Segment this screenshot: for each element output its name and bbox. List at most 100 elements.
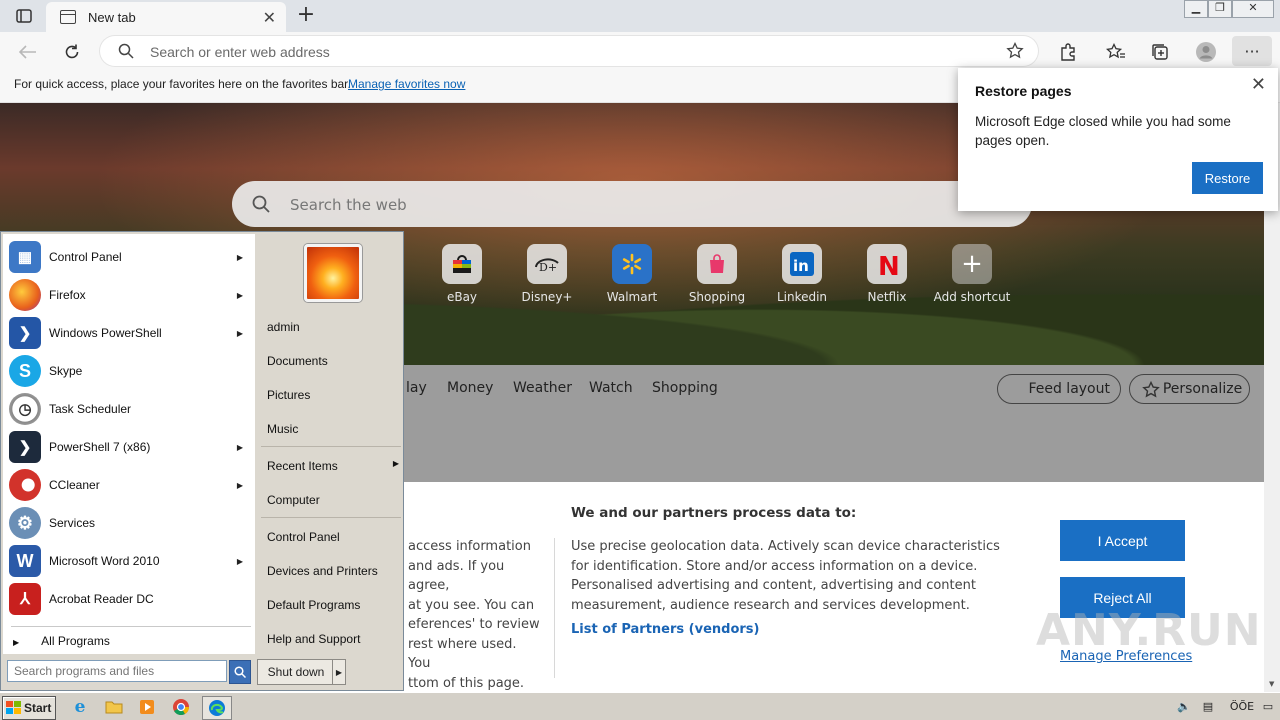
feed-layout-button[interactable]: Feed layout <box>997 374 1121 404</box>
tab-actions-button[interactable] <box>8 4 40 28</box>
shortcut-walmart[interactable]: Walmart <box>592 244 672 304</box>
feed-tab-watch[interactable]: Watch <box>589 380 633 396</box>
shortcut-shopping[interactable]: Shopping <box>677 244 757 304</box>
all-programs-button[interactable]: ▶ All Programs <box>13 634 110 648</box>
place-recent-items[interactable]: Recent Items ▶ <box>267 459 399 473</box>
place-control-panel[interactable]: Control Panel <box>267 530 340 544</box>
settings-more-button[interactable]: ··· <box>1232 36 1272 66</box>
place-user[interactable]: admin <box>267 320 300 334</box>
add-favorite-icon[interactable] <box>1006 42 1024 60</box>
program-acrobat-reader[interactable]: ⅄ Acrobat Reader DC <box>9 581 253 617</box>
shortcut-ebay[interactable]: eBay <box>422 244 502 304</box>
scroll-down-icon[interactable]: ▼ <box>1269 680 1274 688</box>
favorites-bar-hint: For quick access, place your favorites h… <box>14 77 351 91</box>
search-icon <box>234 666 246 678</box>
web-search-input[interactable] <box>288 181 972 229</box>
back-arrow-icon <box>19 45 36 59</box>
ccleaner-icon <box>9 469 41 501</box>
places-divider <box>261 517 401 518</box>
tab-title: New tab <box>88 9 136 25</box>
place-documents[interactable]: Documents <box>267 354 328 368</box>
collections-button[interactable] <box>1148 40 1172 64</box>
taskbar-media-player[interactable] <box>135 696 159 718</box>
list-of-partners-link[interactable]: List of Partners (vendors) <box>571 620 759 640</box>
accept-button[interactable]: I Accept <box>1060 520 1185 561</box>
shortcut-label: Add shortcut <box>933 290 1011 304</box>
start-search-button[interactable] <box>229 660 251 684</box>
close-icon[interactable]: ✕ <box>1251 74 1266 95</box>
shutdown-button[interactable]: Shut down <box>257 659 335 685</box>
more-dots-icon: ··· <box>1244 41 1260 61</box>
program-ccleaner[interactable]: CCleaner ▶ <box>9 467 253 503</box>
restore-popup-message: Microsoft Edge closed while you had some… <box>975 114 1231 148</box>
control-panel-icon: ▦ <box>9 241 41 273</box>
place-music[interactable]: Music <box>267 422 298 436</box>
place-pictures[interactable]: Pictures <box>267 388 310 402</box>
taskbar-chrome[interactable] <box>169 696 193 718</box>
program-label: PowerShell 7 (x86) <box>49 440 151 454</box>
shortcut-netflix[interactable]: N Netflix <box>847 244 927 304</box>
favorites-star-icon <box>1106 43 1125 59</box>
anyrun-watermark: ANY.RUN <box>1036 605 1262 656</box>
program-windows-powershell[interactable]: ❯ Windows PowerShell ▶ <box>9 315 253 351</box>
address-bar[interactable] <box>100 36 1038 68</box>
program-powershell7[interactable]: ❯ PowerShell 7 (x86) ▶ <box>9 429 253 465</box>
feed-tab-play[interactable]: lay <box>406 380 427 396</box>
shortcut-label: Shopping <box>688 290 746 304</box>
feed-tab-money[interactable]: Money <box>447 380 493 396</box>
network-icon[interactable]: ▤ <box>1198 697 1218 715</box>
tab-close-icon[interactable]: ✕ <box>263 8 276 27</box>
profile-button[interactable] <box>1194 40 1218 64</box>
chrome-icon <box>173 699 190 716</box>
volume-icon[interactable]: 🔈 <box>1174 697 1194 715</box>
place-default-programs[interactable]: Default Programs <box>267 598 360 612</box>
place-help-support[interactable]: Help and Support <box>267 632 360 646</box>
services-gear-icon: ⚙ <box>9 507 41 539</box>
program-label: CCleaner <box>49 478 100 492</box>
refresh-button[interactable] <box>60 40 84 64</box>
minimize-button[interactable]: ▁ <box>1184 0 1208 18</box>
back-button[interactable] <box>16 40 40 64</box>
program-services[interactable]: ⚙ Services <box>9 505 253 541</box>
restore-button[interactable]: Restore <box>1192 162 1263 194</box>
new-tab-page-icon <box>60 10 76 24</box>
add-shortcut-button[interactable]: + Add shortcut <box>932 244 1012 304</box>
program-skype[interactable]: S Skype <box>9 353 253 389</box>
program-firefox[interactable]: Firefox ▶ <box>9 277 253 313</box>
shortcut-label: Netflix <box>867 290 907 304</box>
browser-tab[interactable]: New tab ✕ <box>46 2 286 32</box>
shortcut-disney[interactable]: D+ Disney+ <box>507 244 587 304</box>
user-picture[interactable] <box>304 244 362 302</box>
taskbar-explorer[interactable] <box>102 696 126 718</box>
extensions-button[interactable] <box>1056 40 1080 64</box>
svg-text:N: N <box>878 252 898 278</box>
favorites-button[interactable] <box>1104 40 1128 64</box>
address-input[interactable] <box>148 36 952 68</box>
shortcut-linkedin[interactable]: in Linkedin <box>762 244 842 304</box>
program-control-panel[interactable]: ▦ Control Panel ▶ <box>9 239 253 275</box>
new-tab-button[interactable]: + <box>294 4 318 28</box>
shutdown-options-arrow-icon[interactable]: ▶ <box>332 659 346 685</box>
maximize-button[interactable]: ❐ <box>1208 0 1232 18</box>
start-menu-programs: ▦ Control Panel ▶ Firefox ▶ ❯ Windows Po… <box>3 234 255 654</box>
start-button[interactable]: Start <box>2 696 56 720</box>
close-window-button[interactable]: ✕ <box>1232 0 1274 18</box>
personalize-button[interactable]: Personalize <box>1129 374 1250 404</box>
program-word-2010[interactable]: W Microsoft Word 2010 ▶ <box>9 543 253 579</box>
taskbar-ie[interactable]: e <box>68 696 92 718</box>
place-devices-printers[interactable]: Devices and Printers <box>267 564 378 578</box>
taskbar-edge[interactable] <box>202 696 232 720</box>
web-search-box[interactable] <box>232 181 1032 229</box>
manage-favorites-link[interactable]: Manage favorites now <box>348 77 465 91</box>
start-search-input[interactable] <box>7 660 227 682</box>
feed-tab-weather[interactable]: Weather <box>513 380 572 396</box>
feed-layout-label: Feed layout <box>1028 381 1110 397</box>
search-icon <box>118 43 134 59</box>
shopping-icon <box>697 244 737 284</box>
language-indicator[interactable]: ÖÕE <box>1230 697 1254 715</box>
program-task-scheduler[interactable]: ◷ Task Scheduler <box>9 391 253 427</box>
feed-tab-shopping[interactable]: Shopping <box>652 380 718 396</box>
shortcut-label: Linkedin <box>776 290 828 304</box>
place-computer[interactable]: Computer <box>267 493 320 507</box>
show-desktop-icon[interactable]: ▭ <box>1258 697 1278 715</box>
